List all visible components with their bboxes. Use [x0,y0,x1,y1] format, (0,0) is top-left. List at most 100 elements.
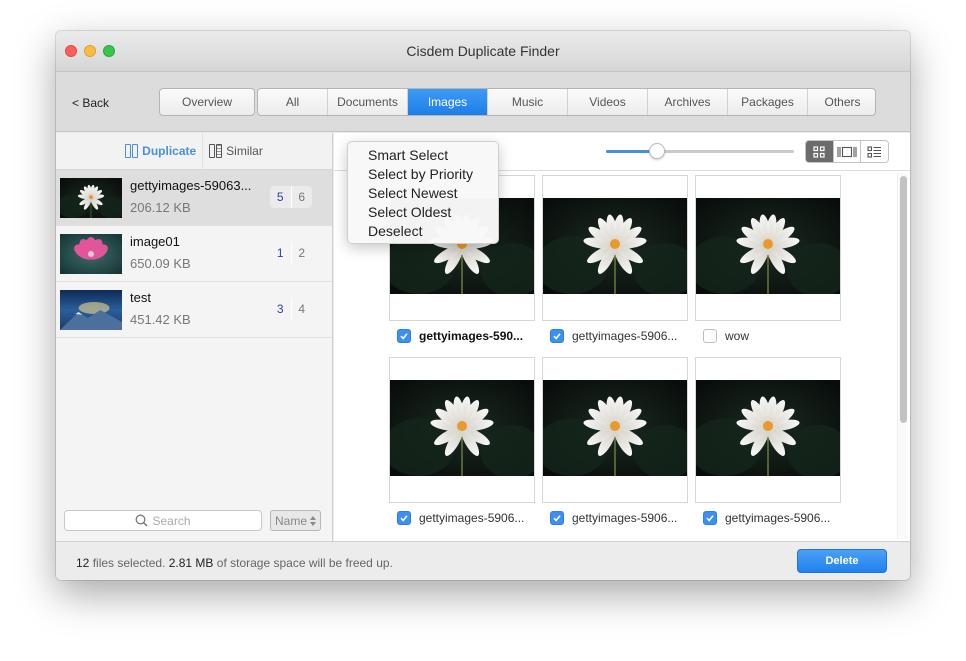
sidebar-footer: Search Name [56,505,332,541]
mode-similar-label: Similar [226,144,263,158]
sort-select[interactable]: Name [270,510,321,531]
sort-label: Name [275,513,308,528]
file-thumbnail[interactable] [542,175,688,321]
tab-documents[interactable]: Documents [328,89,408,115]
search-icon [136,514,148,527]
file-name: gettyimages-5906... [572,329,678,343]
tab-images[interactable]: Images [408,89,488,115]
file-checkbox[interactable] [397,511,411,525]
tab-others[interactable]: Others [808,89,875,115]
back-button[interactable]: < Back [72,96,109,110]
group-name: gettyimages-59063... [130,178,252,193]
menu-item-select-oldest[interactable]: Select Oldest [348,203,498,222]
file-checkbox[interactable] [397,329,411,343]
file-label: gettyimages-5906... [695,511,841,525]
total-count: 6 [298,190,306,204]
file-label: gettyimages-5906... [389,511,535,525]
file-thumbnail[interactable] [695,175,841,321]
tab-packages[interactable]: Packages [728,89,808,115]
category-tabs: All Documents Images Music Videos Archives Pac… [257,88,876,116]
vertical-scrollbar[interactable] [897,173,908,539]
duplicate-icon [125,144,139,158]
group-counts: 3 4 [270,298,312,320]
file-card[interactable]: gettyimages-5906... [542,175,688,343]
mode-switcher: Duplicate Similar [56,133,332,170]
file-thumbnail[interactable] [389,357,535,503]
group-thumbnail [60,178,122,218]
menu-item-deselect[interactable]: Deselect [348,222,498,241]
delete-button[interactable]: Delete [797,549,887,573]
group-counts: 1 2 [270,242,312,264]
tab-archives[interactable]: Archives [648,89,728,115]
filmstrip-view-icon [837,146,857,157]
file-card[interactable]: gettyimages-5906... [542,357,688,525]
group-size: 451.42 KB [130,312,191,327]
group-size: 206.12 KB [130,200,191,215]
file-name: gettyimages-5906... [419,511,525,525]
group-name: test [130,290,151,305]
title-bar: Cisdem Duplicate Finder [56,31,910,72]
mode-similar[interactable]: Similar [202,133,269,169]
duplicate-group-item[interactable]: test 451.42 KB 3 4 [56,282,332,338]
slider-knob[interactable] [648,143,665,159]
checkmark-icon [706,515,714,522]
tab-all[interactable]: All [258,89,328,115]
list-view-button[interactable] [861,141,888,162]
file-card[interactable]: gettyimages-5906... [389,357,535,525]
file-thumbnail[interactable] [695,357,841,503]
mode-duplicate[interactable]: Duplicate [119,133,202,169]
file-checkbox[interactable] [703,329,717,343]
similar-icon [209,144,223,158]
menu-item-select-by-priority[interactable]: Select by Priority [348,165,498,184]
checkmark-icon [553,515,561,522]
group-name: image01 [130,234,180,249]
file-card[interactable]: wow [695,175,841,343]
status-text: 12 files selected. 2.81 MB of storage sp… [76,556,393,570]
window-title: Cisdem Duplicate Finder [406,43,560,59]
checkmark-icon [400,333,408,340]
view-mode-switcher [805,140,889,163]
file-label: wow [695,329,841,343]
checkmark-icon [553,333,561,340]
select-menu: Smart Select Select by Priority Select New… [347,141,499,244]
file-thumbnail[interactable] [542,357,688,503]
thumbnail-size-slider[interactable] [606,143,794,159]
duplicate-group-item[interactable]: gettyimages-59063... 206.12 KB 5 6 [56,170,332,226]
group-thumbnail [60,234,122,274]
overview-button[interactable]: Overview [159,88,255,116]
file-label: gettyimages-5906... [542,329,688,343]
file-name: gettyimages-5906... [572,511,678,525]
menu-item-select-newest[interactable]: Select Newest [348,184,498,203]
tab-music[interactable]: Music [488,89,568,115]
group-size: 650.09 KB [130,256,191,271]
grid-view-button[interactable] [806,141,834,162]
selected-count: 12 [76,556,90,570]
selected-count: 5 [270,186,292,208]
file-label: gettyimages-590... [389,329,535,343]
filmstrip-view-button[interactable] [833,141,862,162]
duplicate-group-item[interactable]: image01 650.09 KB 1 2 [56,226,332,282]
file-card[interactable]: gettyimages-5906... [695,357,841,525]
file-checkbox[interactable] [550,329,564,343]
sidebar: Duplicate Similar gettyimages-59063... 2… [56,133,333,541]
grid-view-icon [813,145,825,158]
file-checkbox[interactable] [703,511,717,525]
list-view-icon [867,145,882,158]
file-name: gettyimages-5906... [725,511,831,525]
menu-item-smart-select[interactable]: Smart Select [348,146,498,165]
scroll-thumb[interactable] [900,176,907,423]
checkmark-icon [400,515,408,522]
group-counts: 5 6 [270,186,312,208]
mode-duplicate-label: Duplicate [142,144,197,158]
group-thumbnail [60,290,122,330]
file-name: gettyimages-590... [419,329,524,343]
selected-count: 1 [270,242,292,264]
status-bar: 12 files selected. 2.81 MB of storage sp… [56,541,910,580]
file-name: wow [725,329,750,343]
toolbar: < Back Overview All Documents Images Music V… [56,72,910,132]
tab-videos[interactable]: Videos [568,89,648,115]
search-input[interactable]: Search [64,510,262,531]
status-size-suffix: of storage space will be freed up. [213,556,393,570]
file-checkbox[interactable] [550,511,564,525]
selected-count: 3 [270,298,292,320]
